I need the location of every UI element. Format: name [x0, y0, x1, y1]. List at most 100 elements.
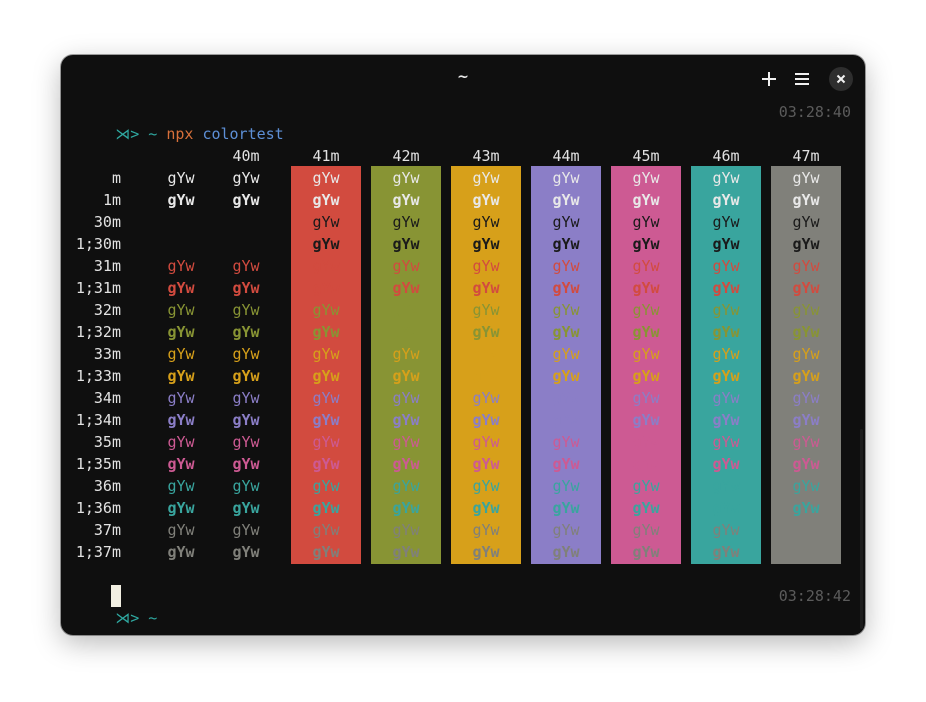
sample-cell: gYw — [392, 213, 420, 231]
sample-cell: gYw — [167, 543, 195, 561]
sample-cell: gYw — [552, 279, 580, 297]
sample-cell: gYw — [392, 235, 420, 253]
sample-cell: gYw — [167, 323, 195, 341]
menu-button[interactable] — [790, 67, 814, 91]
row-label: 1;30m — [75, 235, 121, 253]
sample-cell: gYw — [167, 279, 195, 297]
sample-cell: gYw — [312, 499, 340, 517]
new-tab-button[interactable] — [757, 67, 781, 91]
sample-cell: gYw — [392, 191, 420, 209]
sample-cell: gYw — [167, 521, 195, 539]
sample-cell: gYw — [392, 279, 420, 297]
sample-cell: gYw — [552, 345, 580, 363]
sample-cell: gYw — [167, 389, 195, 407]
sample-cell: gYw — [232, 433, 260, 451]
row-label: 1;31m — [75, 279, 121, 297]
sample-cell: gYw — [552, 169, 580, 187]
sample-cell: gYw — [632, 367, 660, 385]
sample-cell: gYw — [712, 499, 740, 517]
row-label: 30m — [93, 213, 121, 231]
sample-cell: gYw — [472, 323, 500, 341]
sample-cell: gYw — [312, 169, 340, 187]
row-label: 1m — [102, 191, 121, 209]
sample-cell: gYw — [792, 543, 820, 561]
row-label: 1;33m — [75, 367, 121, 385]
sample-cell: gYw — [552, 499, 580, 517]
prompt-line: ⋊> ~ — [61, 585, 157, 627]
sample-cell: gYw — [167, 169, 195, 187]
sample-cell: gYw — [392, 521, 420, 539]
sample-cell: gYw — [632, 235, 660, 253]
scrollbar[interactable] — [860, 429, 863, 629]
sample-cell: gYw — [312, 411, 340, 429]
sample-cell: gYw — [472, 543, 500, 561]
close-button[interactable] — [829, 67, 853, 91]
sample-cell: gYw — [632, 301, 660, 319]
sample-cell: gYw — [552, 191, 580, 209]
sample-cell: gYw — [472, 367, 500, 385]
sample-cell: gYw — [552, 433, 580, 451]
titlebar[interactable]: ~ — [61, 55, 865, 99]
sample-cell: gYw — [632, 521, 660, 539]
sample-cell: gYw — [712, 345, 740, 363]
sample-cell: gYw — [472, 213, 500, 231]
sample-cell: gYw — [632, 499, 660, 517]
sample-cell: gYw — [392, 389, 420, 407]
terminal-content[interactable]: ⋊> ~ npx colortest 03:28:40 40m 41m 42m 43m… — [61, 99, 865, 635]
sample-cell: gYw — [632, 213, 660, 231]
prompt-symbol: ⋊> — [115, 609, 140, 627]
sample-cell: gYw — [712, 323, 740, 341]
row-label: 35m — [93, 433, 121, 451]
sample-cell: gYw — [552, 257, 580, 275]
sample-cell: gYw — [712, 213, 740, 231]
row-label: 37m — [93, 521, 121, 539]
sample-cell: gYw — [632, 543, 660, 561]
sample-cell: gYw — [392, 367, 420, 385]
sample-cell: gYw — [232, 323, 260, 341]
column-header: 42m — [392, 147, 420, 165]
sample-cell: gYw — [312, 213, 340, 231]
sample-cell: gYw — [472, 433, 500, 451]
sample-cell: gYw — [472, 301, 500, 319]
sample-cell: gYw — [712, 477, 740, 495]
sample-cell: gYw — [392, 411, 420, 429]
sample-cell: gYw — [792, 367, 820, 385]
sample-cell: gYw — [167, 345, 195, 363]
sample-cell: gYw — [312, 257, 340, 275]
sample-cell: gYw — [472, 499, 500, 517]
sample-cell: gYw — [232, 543, 260, 561]
row-label: 32m — [93, 301, 121, 319]
sample-cell: gYw — [392, 543, 420, 561]
sample-cell: gYw — [167, 411, 195, 429]
sample-cell: gYw — [472, 477, 500, 495]
window-title: ~ — [457, 69, 469, 85]
sample-cell: gYw — [392, 301, 420, 319]
sample-cell: gYw — [312, 521, 340, 539]
sample-cell: gYw — [392, 345, 420, 363]
row-label: m — [111, 169, 121, 187]
sample-cell: gYw — [167, 257, 195, 275]
sample-cell: gYw — [232, 389, 260, 407]
sample-cell: gYw — [552, 477, 580, 495]
sample-cell: gYw — [792, 411, 820, 429]
sample-cell: gYw — [167, 367, 195, 385]
sample-cell: gYw — [312, 389, 340, 407]
sample-cell: gYw — [392, 169, 420, 187]
sample-cell: gYw — [472, 521, 500, 539]
sample-cell: gYw — [167, 499, 195, 517]
sample-cell: gYw — [232, 455, 260, 473]
sample-cell: gYw — [232, 345, 260, 363]
sample-cell: gYw — [312, 301, 340, 319]
hamburger-menu-icon — [795, 73, 809, 85]
sample-cell: gYw — [632, 389, 660, 407]
sample-cell: gYw — [712, 191, 740, 209]
row-label: 1;35m — [75, 455, 121, 473]
sample-cell: gYw — [632, 345, 660, 363]
sample-cell: gYw — [632, 169, 660, 187]
sample-cell: gYw — [792, 455, 820, 473]
sample-cell: gYw — [632, 191, 660, 209]
text-cursor — [111, 585, 121, 607]
sample-cell: gYw — [792, 477, 820, 495]
sample-cell: gYw — [552, 367, 580, 385]
sample-cell: gYw — [312, 455, 340, 473]
